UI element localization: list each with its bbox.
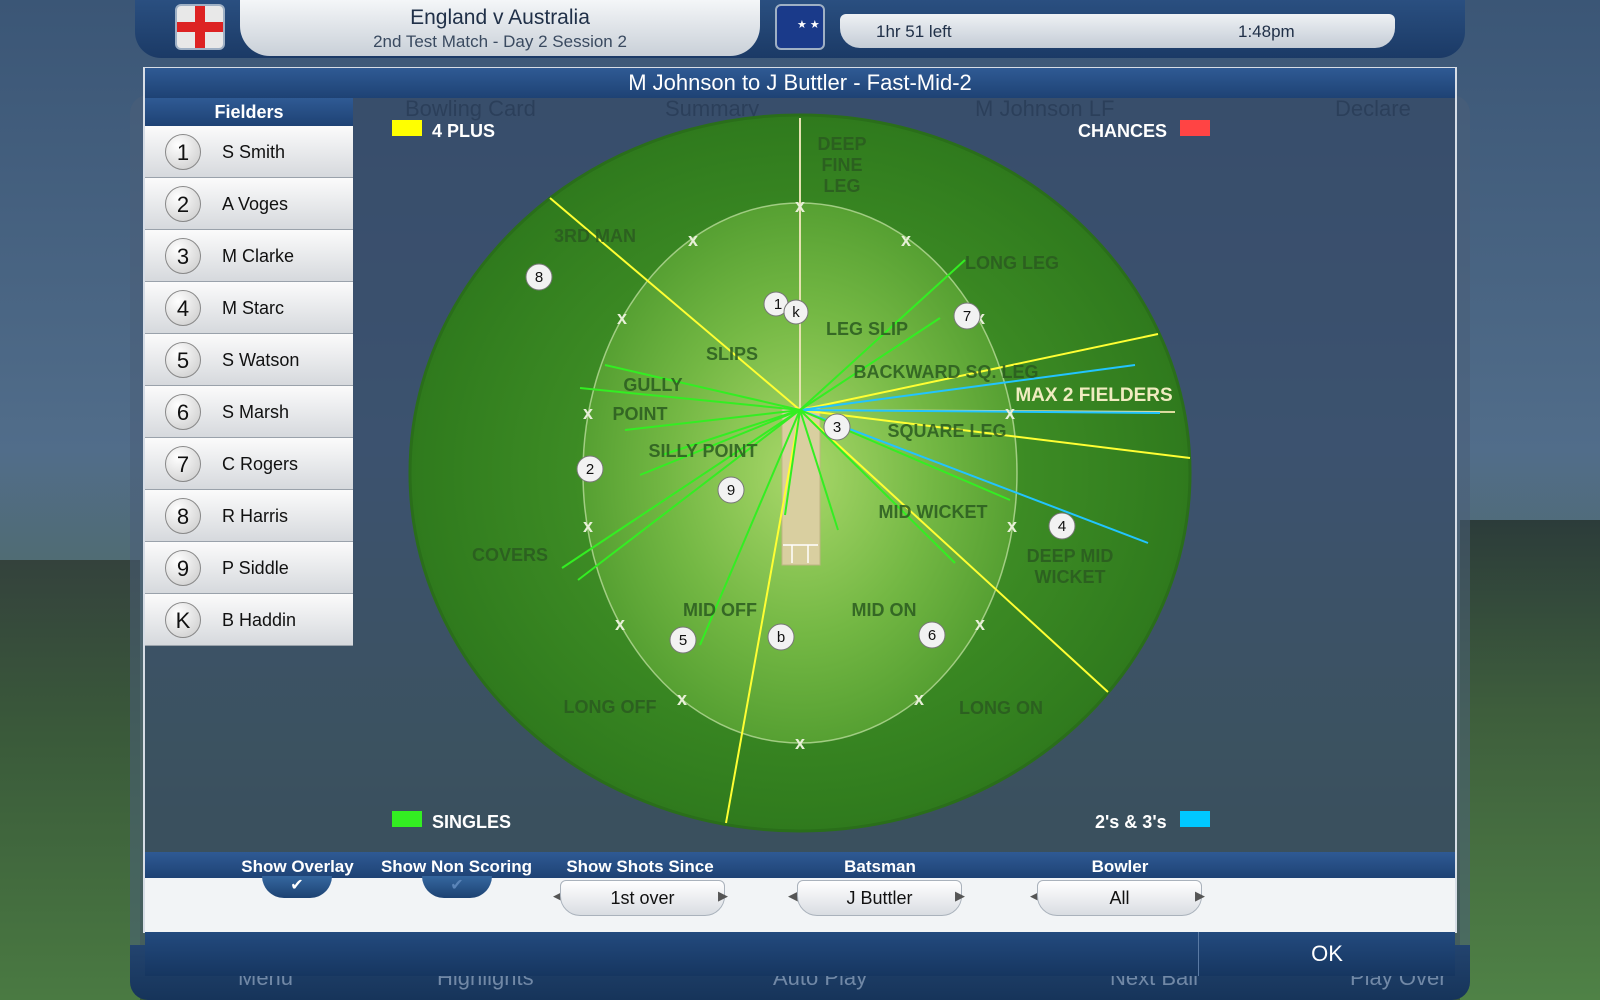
- label-mid-on: MID ON: [852, 600, 917, 620]
- fielder-marker-label: 1: [774, 296, 782, 313]
- show-non-scoring-checkbox[interactable]: ✔: [422, 876, 492, 898]
- label-silly-point: SILLY POINT: [648, 441, 757, 461]
- fielder-marker-label: 4: [1058, 518, 1066, 535]
- legend-singles: SINGLES: [432, 812, 512, 832]
- label-long-leg: LONG LEG: [965, 253, 1059, 273]
- label-gully: GULLY: [623, 375, 682, 395]
- show-shots-since-label: Show Shots Since: [566, 857, 714, 876]
- position-marker[interactable]: x: [677, 689, 687, 709]
- bowler-marker-label: b: [777, 629, 785, 646]
- twos-threes-swatch: [1180, 811, 1210, 827]
- position-marker[interactable]: x: [583, 516, 593, 536]
- show-non-scoring-label: Show Non Scoring: [380, 857, 533, 876]
- show-overlay-label: Show Overlay: [241, 857, 354, 876]
- check-icon: ✔: [290, 877, 304, 894]
- batsman-label: Batsman: [844, 857, 916, 876]
- england-flag-icon: [175, 4, 225, 50]
- label-deep-fine-leg: LEG: [823, 176, 860, 196]
- pitch: [781, 406, 821, 566]
- label-third-man: 3RD MAN: [554, 226, 636, 246]
- match-title: England v Australia: [410, 6, 590, 29]
- label-long-off: LONG OFF: [564, 697, 657, 717]
- position-marker[interactable]: x: [901, 230, 911, 250]
- next-arrow-icon[interactable]: ▶: [1195, 888, 1205, 904]
- label-deep-fine-leg: FINE: [821, 155, 862, 175]
- position-marker[interactable]: x: [617, 308, 627, 328]
- position-marker[interactable]: x: [688, 230, 698, 250]
- fielder-marker-label: k: [792, 304, 800, 321]
- match-clock: 1:48pm: [1238, 22, 1295, 41]
- chances-swatch: [1180, 120, 1210, 136]
- bowler-label: Bowler: [1091, 857, 1149, 876]
- shots-since-selector[interactable]: 1st over: [560, 880, 725, 916]
- show-overlay-checkbox[interactable]: ✔: [262, 876, 332, 898]
- position-marker[interactable]: x: [1007, 516, 1017, 536]
- position-marker[interactable]: x: [914, 689, 924, 709]
- match-subtitle: 2nd Test Match - Day 2 Session 2: [373, 32, 627, 51]
- fielder-marker-label: 6: [928, 627, 936, 644]
- label-slips: SLIPS: [706, 344, 758, 364]
- position-marker[interactable]: x: [975, 614, 985, 634]
- legend-chances: CHANCES: [1078, 121, 1168, 141]
- legend-four-plus: 4 PLUS: [432, 121, 496, 141]
- australia-flag-icon: [775, 4, 825, 50]
- time-left: 1hr 51 left: [876, 22, 952, 41]
- label-mid-off: MID OFF: [683, 600, 757, 620]
- fielder-marker-label: 5: [679, 632, 687, 649]
- stadium-left: [0, 560, 140, 1000]
- ok-button[interactable]: OK: [1198, 932, 1455, 976]
- label-deep-mid-wicket: DEEP MID: [1027, 546, 1114, 566]
- cricket-field[interactable]: DEEP FINE LEG 3RD MAN LONG LEG LEG SLIP …: [150, 100, 1450, 845]
- check-icon: ✔: [450, 877, 464, 894]
- label-long-on: LONG ON: [959, 698, 1043, 718]
- label-backward-square-leg: BACKWARD SQ. LEG: [853, 362, 1038, 382]
- fielder-marker-label: 2: [586, 461, 594, 478]
- label-point: POINT: [612, 404, 667, 424]
- stadium-right: [1460, 520, 1600, 1000]
- position-marker[interactable]: x: [615, 614, 625, 634]
- next-arrow-icon[interactable]: ▶: [955, 888, 965, 904]
- label-square-leg: SQUARE LEG: [887, 421, 1006, 441]
- position-marker[interactable]: x: [1005, 403, 1015, 423]
- position-marker[interactable]: x: [795, 196, 805, 216]
- next-arrow-icon[interactable]: ▶: [718, 888, 728, 904]
- label-deep-fine-leg: DEEP: [817, 134, 866, 154]
- fielder-marker-label: 9: [727, 482, 735, 499]
- singles-swatch: [392, 811, 422, 827]
- label-covers: COVERS: [472, 545, 548, 565]
- dialog-title: M Johnson to J Buttler - Fast-Mid-2: [145, 68, 1455, 98]
- position-marker[interactable]: x: [795, 733, 805, 753]
- fielder-marker-label: 8: [535, 269, 543, 286]
- label-leg-slip: LEG SLIP: [826, 319, 908, 339]
- label-deep-mid-wicket: WICKET: [1035, 567, 1106, 587]
- fielder-marker-label: 7: [963, 308, 971, 325]
- label-mid-wicket: MID WICKET: [879, 502, 988, 522]
- legend-twos-threes: 2's & 3's: [1095, 812, 1167, 832]
- max-fielders-label: MAX 2 FIELDERS: [1015, 385, 1172, 406]
- bowler-selector[interactable]: All: [1037, 880, 1202, 916]
- fielder-marker-label: 3: [833, 419, 841, 436]
- batsman-selector[interactable]: J Buttler: [797, 880, 962, 916]
- position-marker[interactable]: x: [583, 403, 593, 423]
- four-plus-swatch: [392, 120, 422, 136]
